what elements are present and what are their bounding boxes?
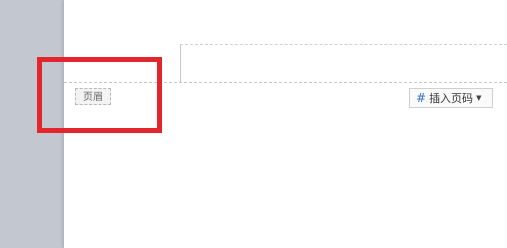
hash-icon: # [416, 91, 427, 105]
insert-page-number-button[interactable]: # 插入页码 ▼ [409, 88, 493, 108]
caret-down-icon: ▼ [476, 94, 482, 102]
text-area-boundary [180, 44, 507, 82]
insert-page-number-label: 插入页码 [429, 92, 474, 105]
highlight-annotation-box [37, 57, 162, 133]
